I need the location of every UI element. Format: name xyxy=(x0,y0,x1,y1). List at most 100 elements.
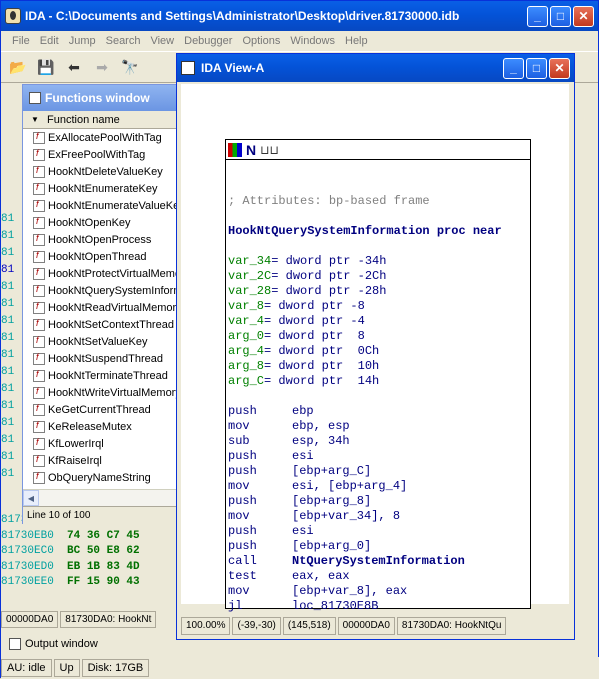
autoanalysis-status: AU: idle xyxy=(1,659,52,677)
hex-line: 81 xyxy=(1,281,15,293)
hex-line: 81730ED0 EB 1B 83 4D xyxy=(1,560,140,573)
function-list-item[interactable]: HookNtOpenThread xyxy=(23,248,181,265)
function-list-item[interactable]: ObQueryNameString xyxy=(23,469,181,486)
hex-line: 81 xyxy=(1,417,15,429)
menu-help[interactable]: Help xyxy=(340,35,373,47)
function-list-item[interactable]: KeReleaseMutex xyxy=(23,418,181,435)
function-list-item[interactable]: ExFreePoolWithTag xyxy=(23,146,181,163)
function-list-item[interactable]: HookNtOpenProcess xyxy=(23,231,181,248)
menu-file[interactable]: File xyxy=(7,35,35,47)
function-icon xyxy=(33,199,45,212)
main-location-field: 81730DA0: HookNt xyxy=(60,610,157,628)
menu-jump[interactable]: Jump xyxy=(64,35,101,47)
function-icon xyxy=(33,386,45,399)
function-list-item[interactable]: HookNtQuerySystemInformation xyxy=(23,282,181,299)
node-color-icon[interactable] xyxy=(228,142,242,157)
node-group-icon[interactable]: ⊔⊔ xyxy=(260,143,279,157)
back-arrow-icon[interactable]: ⬅ xyxy=(63,56,85,78)
ida-view-icon xyxy=(181,61,195,75)
function-list-item[interactable]: HookNtWriteVirtualMemory xyxy=(23,384,181,401)
code-line: push esi xyxy=(228,524,314,538)
hex-line: 81 xyxy=(1,366,15,378)
menu-search[interactable]: Search xyxy=(101,35,146,47)
hex-line: 81 xyxy=(1,468,15,480)
current-location: 81730DA0: HookNtQu xyxy=(396,617,507,635)
ida-view-close-button[interactable]: ✕ xyxy=(549,57,570,79)
function-list-item[interactable]: KfLowerIrql xyxy=(23,435,181,452)
var-line: var_8= dword ptr -8 xyxy=(228,299,365,313)
function-list-item[interactable]: ExAllocatePoolWithTag xyxy=(23,129,181,146)
code-line: push [ebp+arg_C] xyxy=(228,464,372,478)
var-line: var_2C= dword ptr -2Ch xyxy=(228,269,387,283)
scroll-left-icon[interactable]: ◀ xyxy=(23,490,39,506)
hex-line: 81730EC0 BC 50 E8 62 xyxy=(1,545,140,557)
functions-window-title-bar[interactable]: Functions window xyxy=(23,85,181,111)
main-view-status: 00000DA0 81730DA0: HookNt xyxy=(1,607,181,631)
function-icon xyxy=(33,420,45,433)
output-window-label: Output window xyxy=(25,638,98,650)
function-list-item[interactable]: HookNtOpenKey xyxy=(23,214,181,231)
function-icon xyxy=(33,131,45,144)
ida-view-maximize-button[interactable]: □ xyxy=(526,57,547,79)
menu-bar: File Edit Jump Search View Debugger Opti… xyxy=(1,31,598,51)
ida-view-status: 100.00% (-39,-30) (145,518) 00000DA0 817… xyxy=(181,617,571,635)
function-list-item[interactable]: HookNtSetValueKey xyxy=(23,333,181,350)
menu-edit[interactable]: Edit xyxy=(35,35,64,47)
function-list-item[interactable]: HookNtSuspendThread xyxy=(23,350,181,367)
code-line: sub esp, 34h xyxy=(228,434,350,448)
code-line: push ebp xyxy=(228,404,314,418)
close-button[interactable]: ✕ xyxy=(573,5,594,27)
functions-list: ExAllocatePoolWithTag ExFreePoolWithTag … xyxy=(23,129,181,489)
hex-line: 81 xyxy=(1,315,15,327)
forward-arrow-icon[interactable]: ➡ xyxy=(91,56,113,78)
open-folder-icon[interactable]: 📂 xyxy=(7,56,29,78)
function-icon xyxy=(33,216,45,229)
var-line: arg_8= dword ptr 10h xyxy=(228,359,380,373)
save-icon[interactable]: 💾 xyxy=(35,56,57,78)
function-icon xyxy=(33,267,45,280)
function-list-item[interactable]: HookNtProtectVirtualMemory xyxy=(23,265,181,282)
graph-canvas[interactable]: N ⊔⊔ ; Attributes: bp-based frame HookNt… xyxy=(181,84,569,613)
code-line: push [ebp+arg_8] xyxy=(228,494,372,508)
var-line: arg_4= dword ptr 0Ch xyxy=(228,344,380,358)
code-line: push [ebp+arg_0] xyxy=(228,539,372,553)
function-icon xyxy=(33,233,45,246)
function-list-item[interactable]: KeGetCurrentThread xyxy=(23,401,181,418)
menu-view[interactable]: View xyxy=(145,35,179,47)
menu-windows[interactable]: Windows xyxy=(285,35,340,47)
function-list-item[interactable]: KfRaiseIrql xyxy=(23,452,181,469)
file-offset: 00000DA0 xyxy=(337,617,395,635)
graph-node[interactable]: N ⊔⊔ ; Attributes: bp-based frame HookNt… xyxy=(225,139,531,613)
output-window-tab[interactable]: Output window xyxy=(5,634,179,654)
functions-horizontal-scrollbar[interactable]: ◀ xyxy=(23,489,181,506)
column-header-label: Function name xyxy=(47,113,120,126)
main-title-bar[interactable]: IDA - C:\Documents and Settings\Administ… xyxy=(1,1,598,31)
hex-line: 81 xyxy=(1,349,15,361)
hex-dump-lines: 81730EA0 74 36 C7 45 81730EB0 74 36 C7 4… xyxy=(1,513,140,591)
function-name-column-header[interactable]: ▼ Function name xyxy=(23,111,181,129)
ida-view-minimize-button[interactable]: _ xyxy=(503,57,524,79)
function-list-item[interactable]: HookNtReadVirtualMemory xyxy=(23,299,181,316)
function-list-item[interactable]: HookNtSetContextThread xyxy=(23,316,181,333)
hex-line: 81 xyxy=(1,451,15,463)
ida-view-title-bar[interactable]: IDA View-A _ □ ✕ xyxy=(177,54,574,82)
function-list-item[interactable]: HookNtTerminateThread xyxy=(23,367,181,384)
proc-header[interactable]: HookNtQuerySystemInformation proc near xyxy=(228,224,530,239)
node-name-icon[interactable]: N xyxy=(246,142,256,158)
minimize-button[interactable]: _ xyxy=(527,5,548,27)
menu-options[interactable]: Options xyxy=(237,35,285,47)
function-list-item[interactable]: HookNtEnumerateKey xyxy=(23,180,181,197)
function-list-item[interactable]: HookNtEnumerateValueKey xyxy=(23,197,181,214)
binoculars-icon[interactable]: 🔭 xyxy=(119,56,141,78)
function-icon xyxy=(33,471,45,484)
maximize-button[interactable]: □ xyxy=(550,5,571,27)
menu-debugger[interactable]: Debugger xyxy=(179,35,237,47)
function-list-item[interactable]: HookNtDeleteValueKey xyxy=(23,163,181,180)
function-icon xyxy=(33,437,45,450)
var-line: var_28= dword ptr -28h xyxy=(228,284,387,298)
